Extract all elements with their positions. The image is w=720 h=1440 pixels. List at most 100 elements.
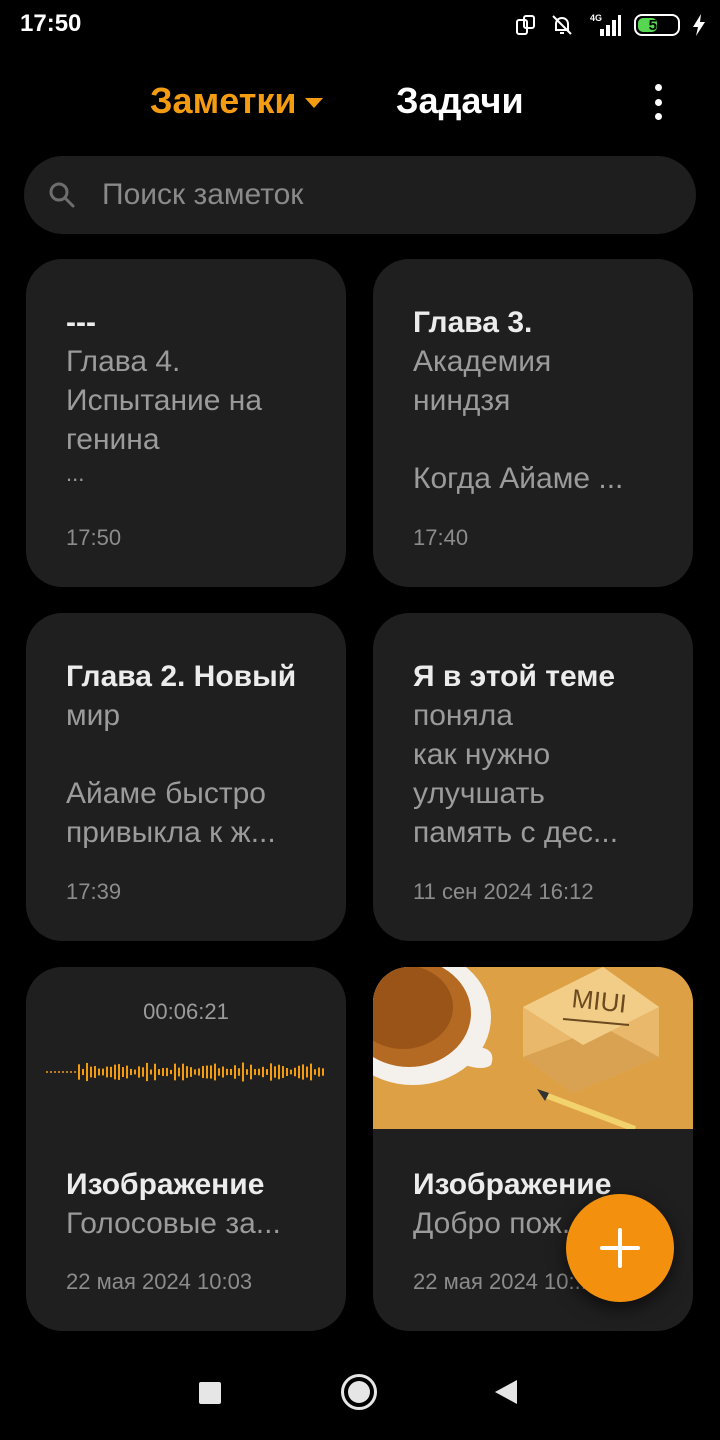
note-line: Глава 4.: [66, 345, 181, 378]
waveform-bar: [58, 1071, 60, 1073]
waveform-bar: [50, 1071, 52, 1073]
note-line: генина: [66, 423, 160, 456]
plus-icon: [600, 1228, 640, 1268]
waveform-bar: [238, 1068, 240, 1076]
note-line: [66, 735, 316, 774]
note-line: улучшать: [413, 777, 545, 810]
waveform-bar: [190, 1067, 192, 1077]
waveform-bar: [246, 1069, 248, 1075]
tab-notes[interactable]: Заметки: [150, 80, 323, 122]
note-line: память с дес...: [413, 816, 619, 849]
note-card[interactable]: --- Глава 4. Испытание на генина ... 17:…: [26, 259, 346, 587]
note-card[interactable]: Глава 3. Академия ниндзя Когда Айаме ...…: [373, 259, 693, 587]
waveform-bar: [230, 1068, 232, 1076]
waveform-bar: [242, 1062, 244, 1082]
note-image-thumbnail: MIUI: [373, 967, 693, 1129]
waveform-bar: [234, 1065, 236, 1079]
waveform-bar: [278, 1064, 280, 1080]
waveform-bar: [178, 1067, 180, 1077]
waveform-bar: [166, 1067, 168, 1077]
waveform-bar: [82, 1068, 84, 1076]
waveform-bar: [258, 1068, 260, 1076]
waveform-bar: [126, 1065, 128, 1079]
charging-bolt-icon: [693, 14, 705, 36]
note-line: Айаме быстро: [66, 777, 266, 810]
note-line: ...: [66, 461, 85, 486]
note-line: мир: [66, 699, 121, 732]
screen-rotate-icon: [516, 15, 535, 35]
add-note-button[interactable]: [566, 1194, 674, 1302]
waveform-bar: [286, 1068, 288, 1076]
waveform-bar: [66, 1071, 68, 1073]
image-logo-text: MIUI: [570, 983, 628, 1019]
note-content: Глава 3. Академия ниндзя Когда Айаме ...: [413, 303, 663, 498]
waveform-bar: [302, 1064, 304, 1080]
waveform-bar: [266, 1069, 268, 1075]
waveform-bar: [314, 1069, 316, 1075]
note-title: Изображение: [66, 1168, 265, 1201]
note-title: Глава 3.: [413, 306, 533, 339]
waveform-bar: [290, 1069, 292, 1075]
note-line: привыкла к ж...: [66, 816, 276, 849]
waveform-bar: [322, 1068, 324, 1076]
dropdown-caret-icon: [304, 98, 323, 108]
waveform-bar: [46, 1071, 48, 1073]
tab-tasks[interactable]: Задачи: [396, 80, 524, 122]
waveform-bar: [198, 1068, 200, 1076]
waveform-bar: [282, 1066, 284, 1078]
waveform-bar: [158, 1069, 160, 1075]
battery-label: 51: [648, 16, 666, 34]
note-card[interactable]: Я в этой теме поняла как нужно улучшать …: [373, 613, 693, 941]
note-title: Глава 2. Новый: [66, 660, 297, 693]
waveform-bar: [102, 1068, 104, 1076]
home-circle-icon[interactable]: [341, 1374, 377, 1410]
waveform-bar: [194, 1069, 196, 1075]
waveform-bar: [274, 1066, 276, 1078]
waveform-bar: [250, 1064, 252, 1080]
note-content: --- Глава 4. Испытание на генина ...: [66, 303, 316, 498]
waveform-bar: [226, 1068, 228, 1076]
waveform-bar: [150, 1069, 152, 1075]
waveform-bar: [94, 1066, 96, 1078]
waveform-bar: [98, 1068, 100, 1076]
waveform-bar: [270, 1063, 272, 1081]
waveform-bar: [118, 1064, 120, 1080]
status-icons: 4G 51: [514, 10, 706, 40]
waveform-bar: [154, 1063, 156, 1081]
note-line: как нужно: [413, 738, 551, 771]
note-date: 17:50: [66, 525, 122, 550]
search-bar[interactable]: [24, 156, 696, 234]
note-date: 17:39: [66, 879, 122, 904]
waveform-bar: [62, 1071, 64, 1073]
signal-icon: 4G: [590, 13, 621, 36]
recents-square-icon[interactable]: [199, 1382, 221, 1404]
waveform-bar: [86, 1062, 88, 1082]
waveform-bar: [310, 1063, 312, 1081]
note-line: поняла: [413, 699, 513, 732]
waveform-bar: [186, 1066, 188, 1078]
status-time: 17:50: [20, 10, 82, 37]
waveform-bar: [254, 1069, 256, 1075]
note-card[interactable]: Глава 2. Новый мир Айаме быстро привыкла…: [26, 613, 346, 941]
back-triangle-icon[interactable]: [495, 1380, 517, 1404]
voice-note-card[interactable]: 00:06:21 Изображение Голосовые за... 22 …: [26, 967, 346, 1331]
navigation-bar: [0, 1350, 720, 1440]
note-line: ниндзя: [413, 384, 511, 417]
audio-waveform: [46, 1062, 324, 1082]
note-line: Академия: [413, 345, 552, 378]
waveform-bar: [78, 1064, 80, 1080]
search-input[interactable]: [102, 178, 622, 212]
tab-notes-label: Заметки: [150, 80, 297, 121]
waveform-bar: [214, 1063, 216, 1081]
waveform-bar: [206, 1065, 208, 1079]
status-bar: 17:50 4G 51: [0, 0, 720, 50]
waveform-bar: [306, 1066, 308, 1078]
waveform-bar: [74, 1071, 76, 1073]
note-line: Испытание на: [66, 384, 263, 417]
waveform-bar: [174, 1063, 176, 1081]
waveform-bar: [110, 1066, 112, 1078]
search-icon: [49, 182, 75, 208]
waveform-bar: [210, 1065, 212, 1079]
more-options-button[interactable]: [642, 84, 674, 120]
note-date: 22 мая 2024 10:...: [413, 1269, 593, 1294]
